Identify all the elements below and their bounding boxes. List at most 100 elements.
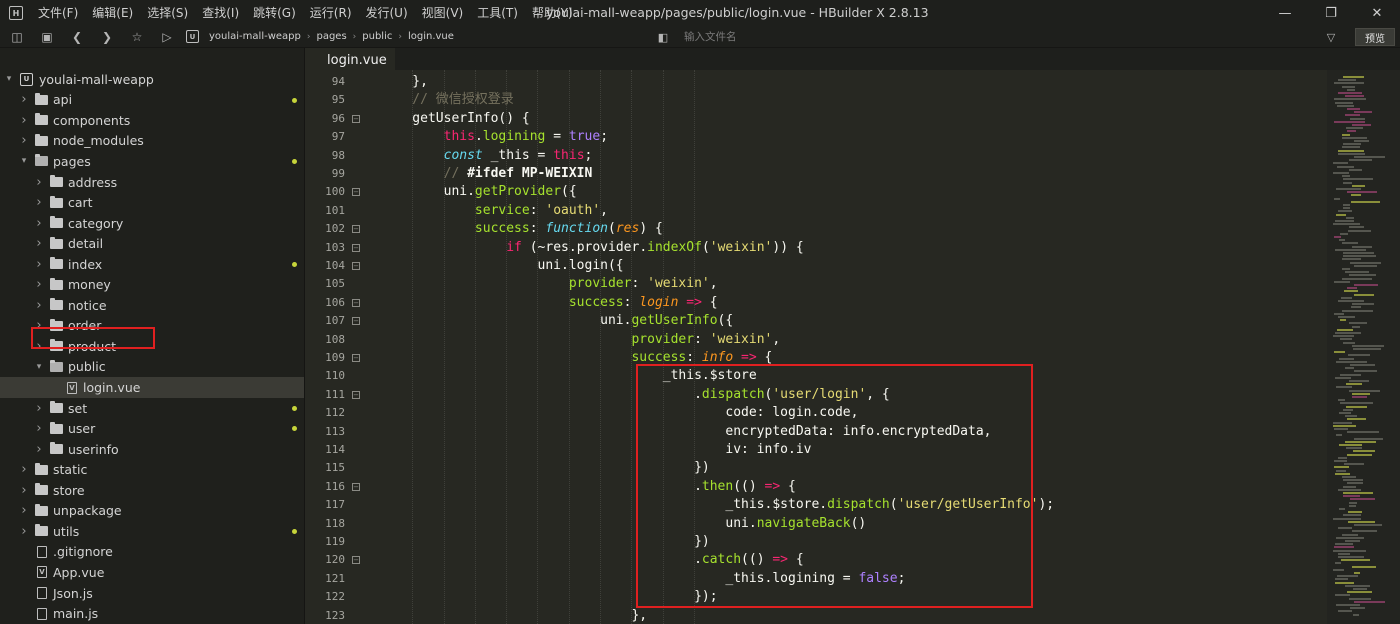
fold-toggle-icon[interactable]: − [352,262,360,270]
tree-item[interactable]: › index [0,254,304,275]
tree-item[interactable]: › order [0,316,304,337]
run-icon[interactable]: ▷ [152,26,182,48]
minimap-line [1336,434,1342,437]
chevron-right-icon[interactable]: › [34,421,44,436]
tree-item[interactable]: › node_modules [0,131,304,152]
tree-item[interactable]: › address [0,172,304,193]
fold-toggle-icon[interactable]: − [352,243,360,252]
chevron-right-icon[interactable]: › [19,133,29,148]
menu-item[interactable]: 跳转(G) [246,0,303,26]
tree-item[interactable]: › userinfo [0,439,304,460]
folder-icon [35,524,48,537]
tree-item[interactable]: ▾ pages [0,151,304,172]
minimap-line [1345,114,1360,117]
chevron-right-icon[interactable]: › [34,216,44,231]
chevron-right-icon[interactable]: › [19,462,29,477]
close-icon[interactable]: ✕ [1354,0,1400,26]
menu-item[interactable]: 文件(F) [31,0,85,26]
tree-item[interactable]: › static [0,459,304,480]
tree-item[interactable]: › cart [0,192,304,213]
bookmark-star-icon[interactable]: ☆ [122,26,152,48]
breadcrumb-item[interactable]: youlai-mall-weapp [209,31,301,42]
chevron-right-icon[interactable]: › [34,442,44,457]
fold-toggle-icon[interactable]: − [352,298,360,307]
menu-item[interactable]: 查找(I) [195,0,246,26]
tree-item[interactable]: › money [0,275,304,296]
forward-icon[interactable]: ❯ [92,26,122,48]
tree-item[interactable]: V App.vue [0,562,304,583]
tree-item[interactable]: › user [0,418,304,439]
preview-button[interactable]: 预览 [1355,28,1395,46]
chevron-right-icon[interactable]: › [19,524,29,539]
chevron-right-icon[interactable]: › [19,113,29,128]
tree-item[interactable]: ▾ public [0,357,304,378]
chevron-down-icon[interactable]: ▾ [19,156,29,166]
menu-item[interactable]: 运行(R) [303,0,359,26]
menu-item[interactable]: 编辑(E) [85,0,140,26]
fold-toggle-icon[interactable]: − [352,556,360,565]
tree-item[interactable]: › notice [0,295,304,316]
tree-item[interactable]: › components [0,110,304,131]
minimap-line [1338,149,1364,152]
chevron-right-icon[interactable]: › [34,257,44,272]
menu-item[interactable]: 视图(V) [415,0,471,26]
fold-toggle-icon[interactable]: − [352,225,360,234]
minimap-line [1352,392,1370,395]
file-search-input[interactable] [684,31,984,43]
back-icon[interactable]: ❮ [62,26,92,48]
maximize-icon[interactable]: ❐ [1308,0,1354,26]
chevron-right-icon[interactable]: › [34,339,44,354]
tree-item[interactable]: › category [0,213,304,234]
tree-item-label: userinfo [68,441,119,457]
minimap-line [1349,322,1367,325]
tree-item[interactable]: › detail [0,233,304,254]
tree-item[interactable]: › utils [0,521,304,542]
filter-icon[interactable]: ▽ [1320,26,1342,48]
chevron-right-icon[interactable]: › [34,298,44,313]
menu-item[interactable]: 工具(T) [470,0,525,26]
code-token: _this. [381,570,773,586]
tree-item[interactable]: Json.js [0,583,304,604]
tree-item[interactable]: › unpackage [0,501,304,522]
chevron-right-icon[interactable]: › [34,195,44,210]
chevron-right-icon[interactable]: › [34,401,44,416]
fold-toggle-icon[interactable]: − [352,354,360,362]
tree-item[interactable]: › product [0,336,304,357]
tree-item[interactable]: Vlogin.vue [0,377,304,398]
fold-toggle-icon[interactable]: − [352,482,360,491]
tree-item[interactable]: › api [0,90,304,111]
chevron-down-icon[interactable]: ▾ [34,362,44,372]
fold-toggle-icon[interactable]: − [352,188,360,197]
minimap[interactable] [1327,70,1400,624]
fold-toggle-icon[interactable]: − [352,390,360,399]
minimize-icon[interactable]: — [1262,0,1308,26]
tree-item[interactable]: .gitignore [0,542,304,563]
chevron-right-icon[interactable]: › [19,503,29,518]
menu-item[interactable]: 选择(S) [140,0,195,26]
code-area[interactable]: }, // 微信授权登录 getUserInfo() { this.logini… [381,70,1321,624]
tree-item[interactable]: › set [0,398,304,419]
chevron-down-icon[interactable]: ▾ [4,74,14,84]
code-token: (~res. [521,239,577,255]
project-root[interactable]: ▾ U youlai-mall-weapp [0,69,304,90]
chevron-right-icon[interactable]: › [19,483,29,498]
chevron-right-icon[interactable]: › [34,175,44,190]
tree-item[interactable]: main.js [0,603,304,624]
breadcrumb-item[interactable]: public [362,31,392,42]
tree-item[interactable]: › store [0,480,304,501]
breadcrumb-item[interactable]: pages [316,31,346,42]
breadcrumb-item[interactable]: login.vue [408,31,454,42]
minimap-line [1340,402,1373,405]
chevron-right-icon[interactable]: › [34,236,44,251]
new-file-icon[interactable]: ◫ [2,26,32,48]
fold-toggle-icon[interactable]: − [352,114,360,123]
chevron-right-icon[interactable]: › [19,92,29,107]
fold-toggle-icon[interactable]: − [352,317,360,326]
chevron-right-icon[interactable]: › [34,277,44,292]
menu-item[interactable]: 发行(U) [359,0,415,26]
chevron-right-icon[interactable]: › [34,318,44,333]
save-icon[interactable]: ▣ [32,26,62,48]
tab-login-vue[interactable]: login.vue [305,48,395,70]
code-token: 'weixin' [709,239,773,255]
